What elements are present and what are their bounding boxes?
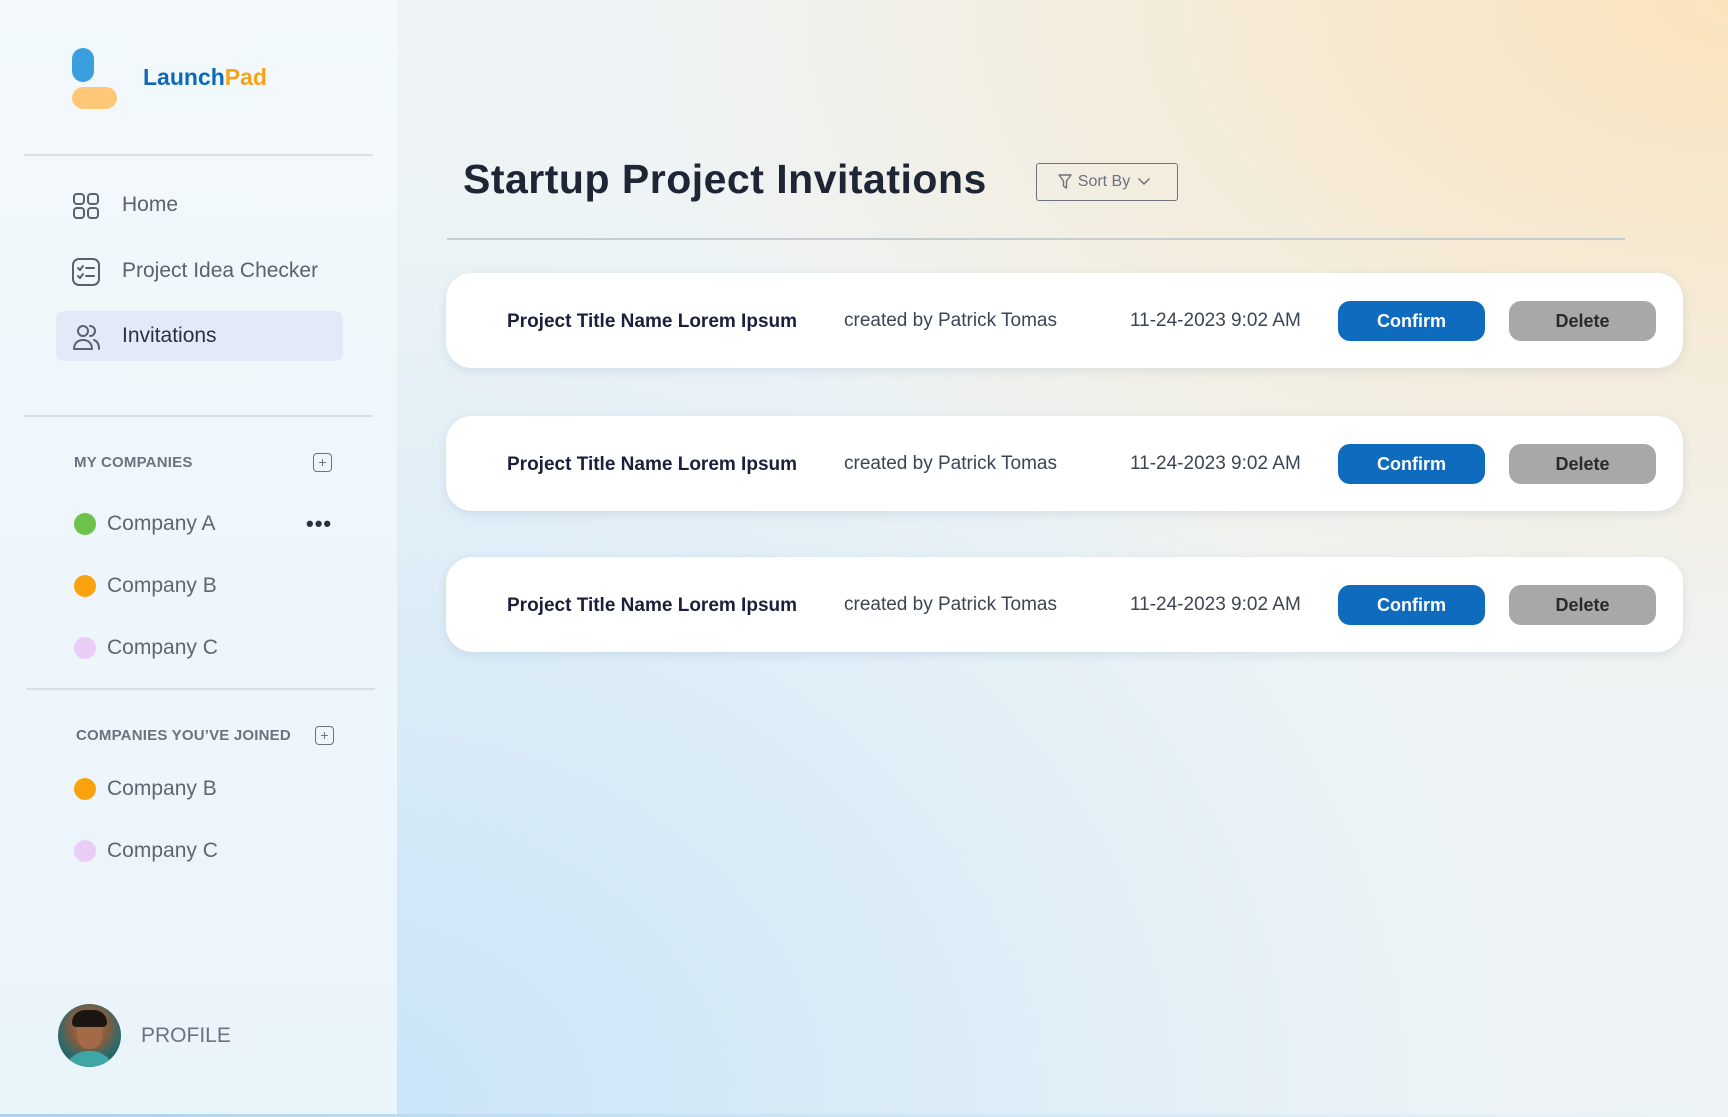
users-icon xyxy=(73,325,100,350)
sidebar-divider xyxy=(26,688,375,690)
company-color-dot xyxy=(74,778,96,800)
project-creator: created by Patrick Tomas xyxy=(844,453,1057,474)
filter-icon xyxy=(1058,174,1072,189)
invitation-date: 11-24-2023 9:02 AM xyxy=(1130,594,1301,615)
add-company-icon[interactable]: + xyxy=(313,453,332,472)
my-company-item[interactable]: Company C xyxy=(74,633,218,663)
sidebar-divider xyxy=(24,415,373,417)
my-company-item[interactable]: Company A xyxy=(74,509,216,539)
company-color-dot xyxy=(74,513,96,535)
invitation-card: Project Title Name Lorem Ipsum created b… xyxy=(446,416,1683,511)
confirm-button[interactable]: Confirm xyxy=(1338,585,1485,625)
invitation-date: 11-24-2023 9:02 AM xyxy=(1130,453,1301,474)
checklist-icon xyxy=(72,258,100,286)
title-divider xyxy=(447,238,1625,240)
project-title: Project Title Name Lorem Ipsum xyxy=(507,311,798,332)
profile-button[interactable]: PROFILE xyxy=(58,1004,231,1067)
joined-companies-title: COMPANIES YOU’VE JOINED xyxy=(76,727,291,744)
my-companies-title: MY COMPANIES xyxy=(74,454,193,471)
invitation-date: 11-24-2023 9:02 AM xyxy=(1130,310,1301,331)
sort-by-label: Sort By xyxy=(1077,173,1131,190)
delete-button[interactable]: Delete xyxy=(1509,444,1656,484)
sidebar-divider xyxy=(24,154,373,156)
nav-item-project-idea-checker[interactable]: Project Idea Checker xyxy=(56,246,343,296)
avatar xyxy=(58,1004,121,1067)
nav-item-home[interactable]: Home xyxy=(56,180,343,230)
grid-icon xyxy=(73,193,99,219)
nav-label-home: Home xyxy=(122,193,179,216)
nav-label-invitations: Invitations xyxy=(122,324,217,347)
more-options-icon[interactable]: ••• xyxy=(306,513,332,535)
project-title: Project Title Name Lorem Ipsum xyxy=(507,595,798,616)
launchpad-logo-icon xyxy=(72,48,120,110)
project-title: Project Title Name Lorem Ipsum xyxy=(507,454,798,475)
company-color-dot xyxy=(74,637,96,659)
joined-company-item[interactable]: Company B xyxy=(74,774,217,804)
chevron-down-icon xyxy=(1138,178,1150,186)
delete-button[interactable]: Delete xyxy=(1509,585,1656,625)
add-joined-company-icon[interactable]: + xyxy=(315,726,334,745)
confirm-button[interactable]: Confirm xyxy=(1338,444,1485,484)
project-creator: created by Patrick Tomas xyxy=(844,310,1057,331)
confirm-button[interactable]: Confirm xyxy=(1338,301,1485,341)
company-color-dot xyxy=(74,575,96,597)
sort-by-button[interactable]: Sort By xyxy=(1036,163,1178,201)
project-creator: created by Patrick Tomas xyxy=(844,594,1057,615)
brand-name[interactable]: LaunchPad xyxy=(143,64,267,91)
sidebar: LaunchPad Home Project Idea Checker Invi… xyxy=(0,0,397,1114)
nav-label-project-idea-checker: Project Idea Checker xyxy=(122,259,319,282)
my-company-item[interactable]: Company B xyxy=(74,571,217,601)
page-title: Startup Project Invitations xyxy=(463,156,987,202)
company-color-dot xyxy=(74,840,96,862)
invitation-card: Project Title Name Lorem Ipsum created b… xyxy=(446,557,1683,652)
joined-company-item[interactable]: Company C xyxy=(74,836,218,866)
delete-button[interactable]: Delete xyxy=(1509,301,1656,341)
profile-label: PROFILE xyxy=(141,1023,231,1047)
nav-item-invitations[interactable]: Invitations xyxy=(56,311,343,361)
invitation-card: Project Title Name Lorem Ipsum created b… xyxy=(446,273,1683,368)
